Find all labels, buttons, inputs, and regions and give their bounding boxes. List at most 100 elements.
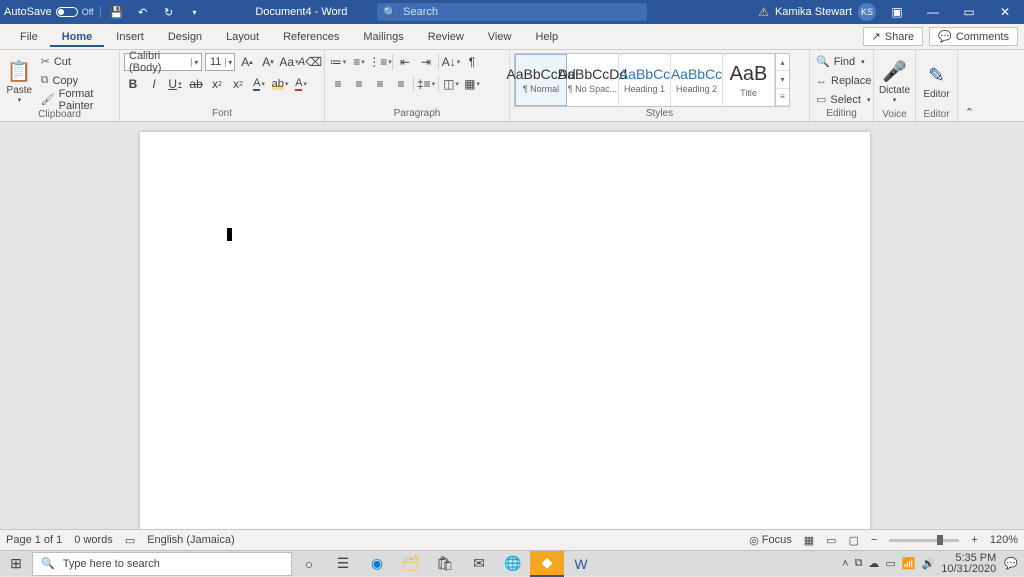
- task-view-button[interactable]: ☰: [326, 551, 360, 577]
- styles-gallery[interactable]: AaBbCcDd¶ Normal AaBbCcDd¶ No Spac... Aa…: [514, 53, 790, 107]
- editor-button[interactable]: ✎Editor: [920, 53, 953, 109]
- format-painter-button[interactable]: 🖌Format Painter: [39, 91, 115, 108]
- maximize-button[interactable]: ▭: [954, 0, 984, 24]
- close-button[interactable]: ✕: [990, 0, 1020, 24]
- system-tray[interactable]: ˄ ⧉ ☁ ▭ 📶 🔊 5:35 PM 10/31/2020 💬: [842, 553, 1024, 575]
- style-nospacing[interactable]: AaBbCcDd¶ No Spac...: [567, 54, 619, 106]
- volume-icon[interactable]: 🔊: [922, 557, 936, 570]
- focus-mode-button[interactable]: ◎Focus: [749, 534, 792, 547]
- subscript-button[interactable]: x2: [208, 75, 226, 93]
- borders-button[interactable]: ▦: [463, 75, 481, 93]
- numbering-button[interactable]: ≡: [350, 53, 368, 71]
- italic-button[interactable]: I: [145, 75, 163, 93]
- zoom-in-button[interactable]: +: [971, 534, 977, 546]
- underline-button[interactable]: U: [166, 75, 184, 93]
- ribbon-options-button[interactable]: ▣: [882, 0, 912, 24]
- share-button[interactable]: ↗Share: [863, 27, 924, 46]
- language-indicator[interactable]: English (Jamaica): [147, 534, 234, 546]
- decrease-indent-button[interactable]: ⇤: [396, 53, 414, 71]
- collapse-ribbon-button[interactable]: ⌃: [958, 50, 976, 121]
- tab-review[interactable]: Review: [416, 27, 476, 47]
- align-center-button[interactable]: ≡: [350, 75, 368, 93]
- warning-icon[interactable]: ⚠: [758, 5, 769, 19]
- word-icon[interactable]: W: [564, 551, 598, 577]
- tab-mailings[interactable]: Mailings: [351, 27, 415, 47]
- shading-button[interactable]: ◫: [442, 75, 460, 93]
- onedrive-icon[interactable]: ☁: [868, 557, 879, 570]
- proofing-icon[interactable]: ▭: [125, 534, 135, 547]
- text-effects-button[interactable]: A: [250, 75, 268, 93]
- style-heading2[interactable]: AaBbCcHeading 2: [671, 54, 723, 106]
- clear-formatting-button[interactable]: A⌫: [301, 53, 319, 71]
- select-button[interactable]: ▭Select▾: [814, 91, 873, 108]
- cortana-button[interactable]: ○: [292, 551, 326, 577]
- zoom-out-button[interactable]: −: [871, 534, 877, 546]
- increase-indent-button[interactable]: ⇥: [417, 53, 435, 71]
- autosave-toggle[interactable]: AutoSave Off: [4, 6, 101, 18]
- redo-button[interactable]: ↻: [159, 2, 179, 22]
- bullets-button[interactable]: ≔: [329, 53, 347, 71]
- show-marks-button[interactable]: ¶: [463, 53, 481, 71]
- zoom-slider[interactable]: [889, 539, 959, 542]
- document-area[interactable]: [0, 122, 1024, 550]
- store-icon[interactable]: 🛍: [428, 551, 462, 577]
- clock[interactable]: 5:35 PM 10/31/2020: [941, 553, 998, 575]
- shrink-font-button[interactable]: A▾: [259, 53, 277, 71]
- qat-dropdown[interactable]: ▾: [185, 2, 205, 22]
- tab-help[interactable]: Help: [523, 27, 570, 47]
- save-button[interactable]: 💾: [107, 2, 127, 22]
- font-size-combo[interactable]: 11▾: [205, 53, 235, 71]
- style-heading1[interactable]: AaBbCcHeading 1: [619, 54, 671, 106]
- font-family-combo[interactable]: Calibri (Body)▾: [124, 53, 202, 71]
- gallery-scroll[interactable]: ▴▾≡: [775, 54, 789, 106]
- copy-button[interactable]: ⧉Copy: [39, 72, 115, 89]
- tab-file[interactable]: File: [8, 27, 50, 47]
- chevron-up-icon[interactable]: ˄: [842, 558, 848, 570]
- cut-button[interactable]: ✂Cut: [39, 53, 115, 70]
- tab-insert[interactable]: Insert: [104, 27, 156, 47]
- tab-references[interactable]: References: [271, 27, 351, 47]
- print-layout-view-button[interactable]: ▦: [804, 534, 814, 547]
- tab-view[interactable]: View: [476, 27, 524, 47]
- tab-design[interactable]: Design: [156, 27, 214, 47]
- web-layout-view-button[interactable]: ▢: [849, 534, 859, 547]
- taskbar-search[interactable]: 🔍Type here to search: [32, 552, 292, 576]
- edge-icon[interactable]: ◉: [360, 551, 394, 577]
- user-name[interactable]: Kamika Stewart: [775, 6, 852, 18]
- tab-home[interactable]: Home: [50, 27, 105, 47]
- highlight-button[interactable]: ab: [271, 75, 289, 93]
- grow-font-button[interactable]: A▴: [238, 53, 256, 71]
- chrome-icon[interactable]: 🌐: [496, 551, 530, 577]
- explorer-icon[interactable]: 🗂: [394, 551, 428, 577]
- start-button[interactable]: ⊞: [0, 551, 32, 577]
- comments-button[interactable]: 💬Comments: [929, 27, 1018, 46]
- align-right-button[interactable]: ≡: [371, 75, 389, 93]
- replace-button[interactable]: ↔Replace: [814, 72, 873, 89]
- zoom-level[interactable]: 120%: [990, 534, 1018, 546]
- notifications-icon[interactable]: 💬: [1004, 557, 1018, 570]
- read-mode-view-button[interactable]: ▭: [826, 534, 836, 547]
- find-button[interactable]: 🔍Find▾: [814, 53, 873, 70]
- bold-button[interactable]: B: [124, 75, 142, 93]
- dictate-button[interactable]: 🎤Dictate▾: [878, 53, 911, 109]
- network-icon[interactable]: 📶: [902, 557, 916, 570]
- dropbox-icon[interactable]: ⧉: [855, 557, 863, 570]
- multilevel-list-button[interactable]: ⋮≡: [371, 53, 389, 71]
- style-title[interactable]: AaBTitle: [723, 54, 775, 106]
- undo-button[interactable]: ↶: [133, 2, 153, 22]
- search-box[interactable]: 🔍 Search: [377, 3, 647, 21]
- align-left-button[interactable]: ≡: [329, 75, 347, 93]
- line-spacing-button[interactable]: ‡≡: [417, 75, 435, 93]
- change-case-button[interactable]: Aa: [280, 53, 298, 71]
- app-icon[interactable]: ◆: [530, 551, 564, 577]
- minimize-button[interactable]: —: [918, 0, 948, 24]
- justify-button[interactable]: ≡: [392, 75, 410, 93]
- page-indicator[interactable]: Page 1 of 1: [6, 534, 62, 546]
- sort-button[interactable]: A↓: [442, 53, 460, 71]
- user-avatar[interactable]: KS: [858, 3, 876, 21]
- font-color-button[interactable]: A: [292, 75, 310, 93]
- page[interactable]: [140, 132, 870, 550]
- mail-icon[interactable]: ✉: [462, 551, 496, 577]
- superscript-button[interactable]: x2: [229, 75, 247, 93]
- tab-layout[interactable]: Layout: [214, 27, 271, 47]
